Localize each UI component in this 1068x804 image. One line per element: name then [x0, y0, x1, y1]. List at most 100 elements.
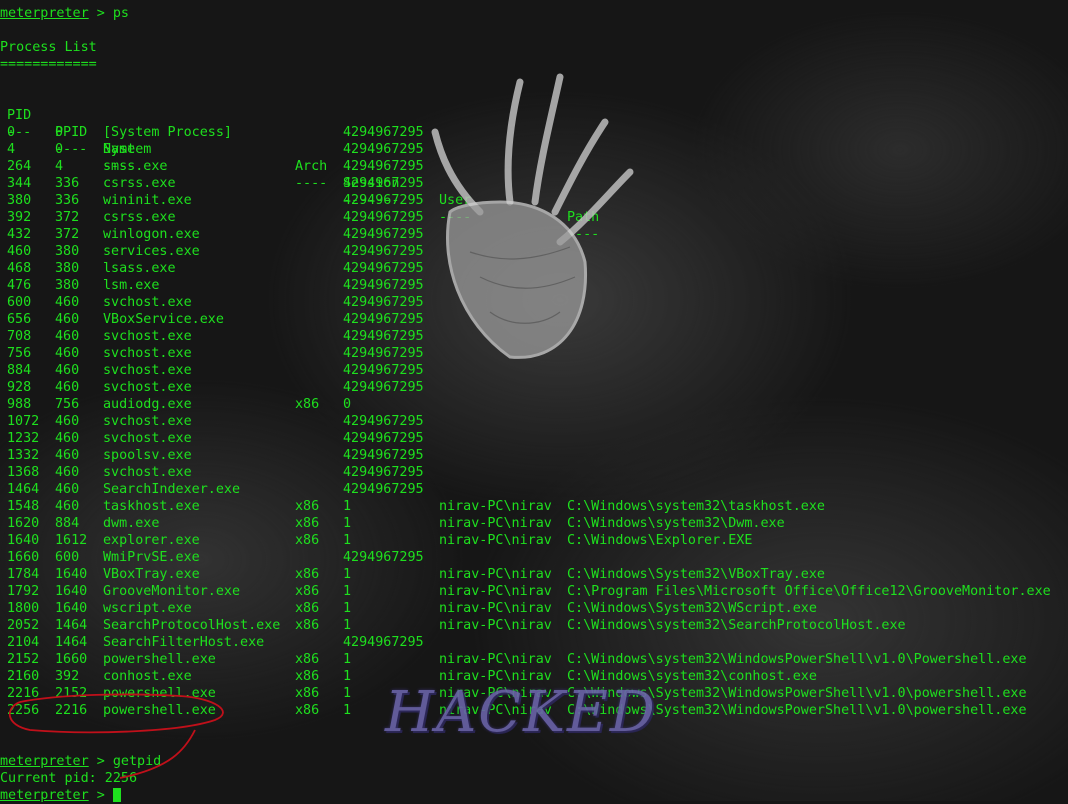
cell-ppid: 460 — [55, 329, 80, 344]
cell-ppid: 884 — [55, 516, 80, 531]
cell-name: SearchIndexer.exe — [103, 482, 241, 497]
cell-pid: 1792 — [7, 584, 40, 599]
cell-pid: 476 — [7, 278, 32, 293]
cell-pid: 344 — [7, 176, 32, 191]
cell-arch: x86 — [295, 686, 320, 701]
cell-session: 1 — [343, 567, 352, 582]
cell-pid: 264 — [7, 159, 32, 174]
cell-ppid: 460 — [55, 363, 80, 378]
cell-ppid: 4 — [55, 159, 64, 174]
cell-session: 1 — [343, 669, 352, 684]
cell-name: svchost.exe — [103, 329, 192, 344]
cell-ppid: 0 — [55, 125, 64, 140]
cell-arch: x86 — [295, 567, 320, 582]
cell-pid: 392 — [7, 210, 32, 225]
prompt-line-ps: meterpreter > ps — [0, 5, 129, 22]
cell-arch: x86 — [295, 669, 320, 684]
cell-pid: 380 — [7, 193, 32, 208]
table-row: 1368 460 svchost.exe 4294967295 — [0, 464, 1068, 481]
cell-session: 1 — [343, 533, 352, 548]
cell-name: svchost.exe — [103, 414, 192, 429]
cell-name: wscript.exe — [103, 601, 192, 616]
cell-ppid: 1640 — [55, 584, 88, 599]
cell-ppid: 392 — [55, 669, 80, 684]
cell-pid: 1784 — [7, 567, 40, 582]
cell-ppid: 0 — [55, 142, 64, 157]
cell-path: C:\Windows\system32\taskhost.exe — [567, 499, 825, 514]
cell-path: C:\Windows\system32\WindowsPowerShell\v1… — [567, 652, 1027, 667]
cell-path: C:\Windows\System32\WScript.exe — [567, 601, 817, 616]
cell-name: lsm.exe — [103, 278, 160, 293]
cell-user: nirav-PC\nirav — [439, 652, 552, 667]
table-row: 1072 460 svchost.exe 4294967295 — [0, 413, 1068, 430]
cell-ppid: 460 — [55, 380, 80, 395]
cell-pid: 1072 — [7, 414, 40, 429]
cell-name: svchost.exe — [103, 380, 192, 395]
cell-ppid: 460 — [55, 414, 80, 429]
cell-name: System — [103, 142, 152, 157]
cell-path: C:\Windows\system32\SearchProtocolHost.e… — [567, 618, 906, 633]
table-row: 1800 1640 wscript.exe x86 1 nirav-PC\nirav C:\… — [0, 600, 1068, 617]
process-list-title: Process List — [0, 40, 97, 55]
cell-session: 1 — [343, 516, 352, 531]
cell-session: 1 — [343, 686, 352, 701]
cell-user: nirav-PC\nirav — [439, 601, 552, 616]
cell-ppid: 372 — [55, 227, 80, 242]
cell-user: nirav-PC\nirav — [439, 567, 552, 582]
table-row: 1548 460 taskhost.exe x86 1 nirav-PC\nirav C:\… — [0, 498, 1068, 515]
cell-pid: 2152 — [7, 652, 40, 667]
cell-name: [System Process] — [103, 125, 232, 140]
cell-path: C:\Windows\Explorer.EXE — [567, 533, 753, 548]
cell-pid: 0 — [7, 125, 16, 140]
cell-session: 4294967295 — [343, 465, 424, 480]
cell-ppid: 380 — [55, 244, 80, 259]
table-row: 1620 884 dwm.exe x86 1 nirav-PC\nirav C:\Windo… — [0, 515, 1068, 532]
cell-ppid: 336 — [55, 193, 80, 208]
cell-ppid: 1464 — [55, 618, 88, 633]
cell-user: nirav-PC\nirav — [439, 584, 552, 599]
hacked-overlay-text: HACKED — [385, 680, 657, 745]
cell-pid: 756 — [7, 346, 32, 361]
cell-name: VBoxTray.exe — [103, 567, 200, 582]
cell-name: WmiPrvSE.exe — [103, 550, 200, 565]
cell-name: powershell.exe — [103, 652, 216, 667]
cell-name: winlogon.exe — [103, 227, 200, 242]
table-row: 928 460 svchost.exe 4294967295 — [0, 379, 1068, 396]
cell-name: svchost.exe — [103, 431, 192, 446]
cell-pid: 1548 — [7, 499, 40, 514]
cell-name: GrooveMonitor.exe — [103, 584, 241, 599]
cell-name: smss.exe — [103, 159, 168, 174]
cell-name: svchost.exe — [103, 295, 192, 310]
table-row: 1332 460 spoolsv.exe 4294967295 — [0, 447, 1068, 464]
cell-session: 1 — [343, 652, 352, 667]
cell-name: svchost.exe — [103, 363, 192, 378]
cell-ppid: 1640 — [55, 601, 88, 616]
table-row: 1660 600 WmiPrvSE.exe 4294967295 — [0, 549, 1068, 566]
table-row: 1464 460 SearchIndexer.exe 4294967295 — [0, 481, 1068, 498]
table-row: 1792 1640 GrooveMonitor.exe x86 1 nirav-PC\ni… — [0, 583, 1068, 600]
cell-pid: 656 — [7, 312, 32, 327]
text-cursor — [112, 788, 121, 802]
prompt-label: meterpreter — [0, 6, 89, 21]
table-row: 2052 1464 SearchProtocolHost.exe x86 1 nirav-… — [0, 617, 1068, 634]
cell-name: taskhost.exe — [103, 499, 200, 514]
cell-name: dwm.exe — [103, 516, 160, 531]
cell-name: conhost.exe — [103, 669, 192, 684]
cell-name: svchost.exe — [103, 346, 192, 361]
cell-arch: x86 — [295, 499, 320, 514]
cell-pid: 884 — [7, 363, 32, 378]
cell-path: C:\Program Files\Microsoft Office\Office… — [567, 584, 1051, 599]
prompt-line-current[interactable]: meterpreter > — [0, 787, 121, 804]
table-row: 1784 1640 VBoxTray.exe x86 1 nirav-PC\nirav C:… — [0, 566, 1068, 583]
cell-pid: 4 — [7, 142, 16, 157]
cell-ppid: 460 — [55, 448, 80, 463]
cell-pid: 468 — [7, 261, 32, 276]
cell-ppid: 336 — [55, 176, 80, 191]
cell-ppid: 380 — [55, 261, 80, 276]
cell-arch: x86 — [295, 584, 320, 599]
cell-ppid: 1464 — [55, 635, 88, 650]
cell-session: 4294967295 — [343, 635, 424, 650]
annotation-circle-icon — [9, 693, 224, 779]
cell-user: nirav-PC\nirav — [439, 516, 552, 531]
cell-name: VBoxService.exe — [103, 312, 224, 327]
